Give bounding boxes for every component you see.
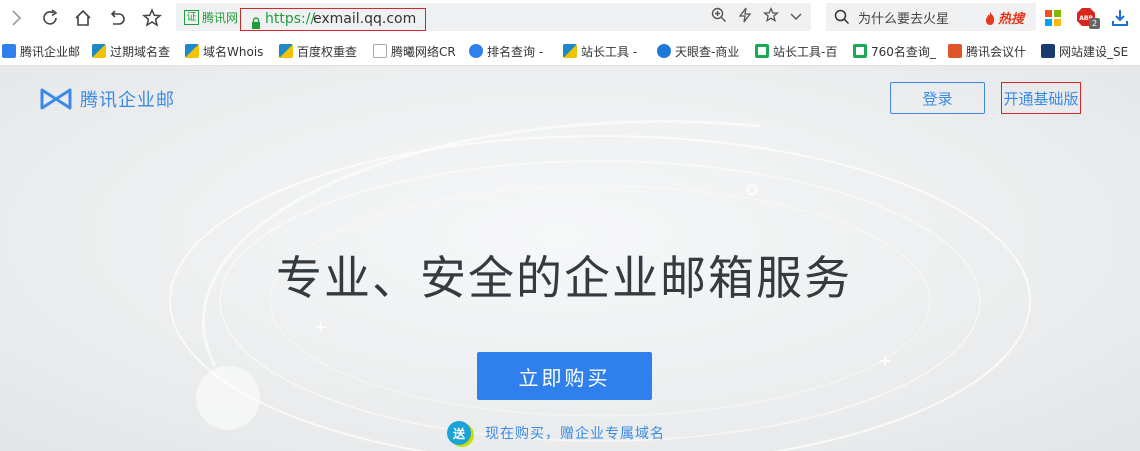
promo-banner[interactable]: 送 现在购买，赠企业专属域名 [447, 421, 665, 445]
chinaz-icon [92, 44, 106, 58]
bookmark-item[interactable]: 过期域名查 [92, 42, 172, 60]
bookmarks-bar: 腾讯企业邮 过期域名查 域名Whois 百度权重查 腾曦网络CR 排名查询 - … [0, 36, 1140, 66]
address-bar[interactable]: 证 腾讯网 https:// exmail.qq.com [176, 3, 811, 31]
lock-icon [251, 14, 261, 33]
tencent-exmail-icon [2, 44, 16, 58]
bookmark-item[interactable]: 站长工具-百 [755, 42, 840, 60]
url-highlight-box: https:// exmail.qq.com [240, 8, 426, 31]
aizhan-icon [755, 44, 769, 58]
browser-toolbar: 证 腾讯网 https:// exmail.qq.com 为什么要去火星 热搜 … [0, 0, 1140, 36]
page-icon [373, 44, 387, 58]
bookmark-item[interactable]: 站长工具 - [563, 42, 643, 60]
certificate-icon: 证 [184, 10, 199, 25]
bookmark-item[interactable]: 腾讯企业邮 [2, 42, 80, 60]
tianyancha-icon [657, 44, 671, 58]
bookmark-item[interactable]: 天眼查-商业 [657, 42, 742, 60]
gift-badge-icon: 送 [447, 421, 471, 445]
url-host: exmail.qq.com [313, 11, 417, 27]
download-icon[interactable] [1108, 6, 1132, 30]
star-icon[interactable] [140, 6, 164, 30]
adblock-icon[interactable]: ABP 2 [1075, 6, 1100, 30]
search-placeholder: 为什么要去火星 [858, 12, 950, 27]
favorite-star-icon[interactable] [762, 6, 780, 27]
bookmark-item[interactable]: 排名查询 - [469, 42, 549, 60]
hot-search-button[interactable]: 热搜 [984, 8, 1024, 27]
hot-search-label: 热搜 [998, 12, 1025, 27]
zoom-icon[interactable] [711, 7, 727, 27]
certificate-label: 腾讯网 [202, 11, 239, 25]
lightning-icon[interactable] [737, 7, 753, 27]
bookmark-item[interactable]: 网站建设_SE [1041, 42, 1140, 60]
bookmark-item[interactable]: 腾曦网络CR [373, 42, 455, 60]
chinaz-icon [279, 44, 293, 58]
site-icon [1041, 44, 1055, 58]
tencent-exmail-logo[interactable]: 腾讯企业邮 [40, 86, 175, 112]
exmail-logo-icon [40, 88, 72, 110]
chinaz-icon [185, 44, 199, 58]
undo-icon[interactable] [105, 6, 129, 30]
flame-icon [985, 11, 995, 25]
b-icon [948, 44, 962, 58]
open-basic-edition-button[interactable]: 开通基础版 [1001, 82, 1081, 114]
buy-now-button[interactable]: 立即购买 [477, 352, 652, 400]
refresh-icon[interactable] [38, 6, 62, 30]
login-button[interactable]: 登录 [890, 82, 985, 114]
certificate-badge[interactable]: 证 腾讯网 [184, 9, 238, 26]
bookmark-item[interactable]: 腾讯会议什 [948, 42, 1028, 60]
forward-icon[interactable] [4, 6, 28, 30]
search-icon [834, 9, 850, 29]
search-box[interactable]: 为什么要去火星 热搜 [826, 3, 1036, 31]
bookmark-item[interactable]: 760名查询_ [853, 42, 938, 60]
chevron-down-icon[interactable] [789, 8, 803, 27]
url-scheme: https:// [265, 11, 316, 27]
ranking-icon [469, 44, 483, 58]
hero-title: 专业、安全的企业邮箱服务 [276, 251, 852, 305]
home-icon[interactable] [71, 6, 95, 30]
apps-grid-icon[interactable] [1041, 6, 1065, 30]
extension-badge: 2 [1089, 18, 1100, 29]
bookmark-item[interactable]: 百度权重查 [279, 42, 359, 60]
aizhan-icon [853, 44, 867, 58]
logo-text: 腾讯企业邮 [80, 90, 175, 111]
bookmark-item[interactable]: 域名Whois [185, 42, 265, 60]
promo-text: 现在购买，赠企业专属域名 [485, 426, 665, 442]
chinaz-icon [563, 44, 577, 58]
hero-section: 腾讯企业邮 登录 开通基础版 专业、安全的企业邮箱服务 立即购买 送 现在购买，… [0, 66, 1140, 451]
